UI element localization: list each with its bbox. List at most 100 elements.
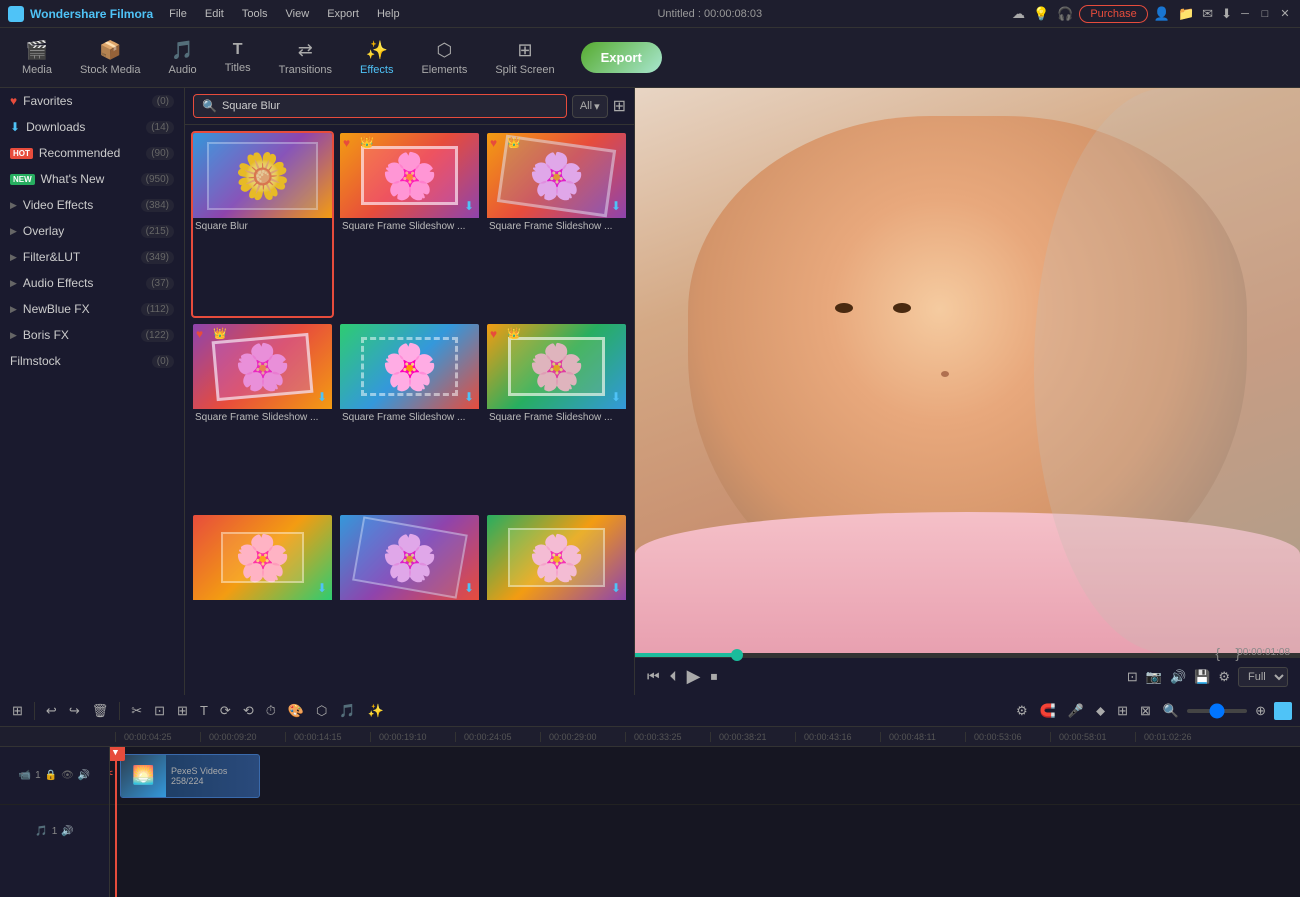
zoom-in-icon[interactable]: ⊕ — [1251, 701, 1270, 721]
mail-icon[interactable]: ✉ — [1202, 6, 1213, 22]
sidebar-audioeffects-label: Audio Effects — [23, 276, 94, 290]
effect-item-9[interactable]: ⬇ — [485, 513, 628, 689]
settings-icon[interactable]: ⚙ — [1012, 701, 1032, 721]
effects-search-input[interactable] — [222, 100, 558, 112]
skip-back-button[interactable]: ⏮ — [647, 668, 660, 685]
minimize-button[interactable]: ─ — [1238, 7, 1252, 21]
step-back-button[interactable]: ⏴ — [670, 668, 677, 685]
effect-item-4[interactable]: ♥ 👑 ⬇ Square Frame Slideshow ... — [191, 322, 334, 509]
sidebar-item-recommended[interactable]: HOT Recommended (90) — [0, 140, 184, 166]
toolbar-transitions[interactable]: ⇄ Transitions — [267, 36, 344, 80]
speed-button[interactable]: ⏱ — [262, 701, 280, 721]
effect-item-2[interactable]: ♥ 👑 ⬇ Square Frame Slideshow ... — [338, 131, 481, 318]
text-button[interactable]: T — [196, 701, 212, 720]
play-button[interactable]: ▶ — [687, 666, 701, 687]
cut-button[interactable]: ✂ — [127, 701, 146, 721]
toolbar-stock-media[interactable]: 📦 Stock Media — [68, 36, 153, 80]
sidebar-item-newblue-fx[interactable]: ▶ NewBlue FX (112) — [0, 296, 184, 322]
purchase-button[interactable]: Purchase — [1079, 5, 1147, 23]
effect-item-7[interactable]: ⬇ — [191, 513, 334, 689]
stop-button[interactable]: ⏹ — [710, 668, 717, 685]
sidebar-item-whats-new[interactable]: NEW What's New (950) — [0, 166, 184, 192]
sidebar-newblue-label: NewBlue FX — [23, 302, 90, 316]
effect-item-3[interactable]: ♥ 👑 ⬇ Square Frame Slideshow ... — [485, 131, 628, 318]
download-icon[interactable]: ⬇ — [1221, 6, 1232, 22]
eye-icon[interactable]: 👁 — [61, 770, 74, 781]
user-icon[interactable]: 👤 — [1154, 6, 1170, 22]
zoom-slider[interactable] — [1187, 709, 1247, 713]
menu-help[interactable]: Help — [369, 6, 408, 22]
save-frame-icon[interactable]: 💾 — [1194, 669, 1210, 685]
sidebar-item-favorites[interactable]: ♥ Favorites (0) — [0, 88, 184, 114]
sidebar-overlay-count: (215) — [141, 225, 174, 238]
menu-view[interactable]: View — [278, 6, 318, 22]
overlay-icon[interactable]: ⊠ — [1136, 701, 1155, 721]
sidebar-item-filterlut[interactable]: ▶ Filter&LUT (349) — [0, 244, 184, 270]
timeline-layout-button[interactable]: ⊞ — [8, 701, 27, 721]
crown-icon: 👑 — [360, 136, 374, 149]
bulb-icon[interactable]: 💡 — [1033, 6, 1049, 22]
volume-icon[interactable]: 🔊 — [78, 770, 90, 781]
toolbar-audio[interactable]: 🎵 Audio — [157, 36, 209, 80]
titlebar: Wondershare Filmora File Edit Tools View… — [0, 0, 1300, 28]
snapshot-icon[interactable]: 📷 — [1146, 669, 1162, 685]
cloud-icon[interactable]: ☁ — [1012, 6, 1025, 22]
toolbar-titles-label: Titles — [225, 62, 251, 74]
sidebar-item-audio-effects[interactable]: ▶ Audio Effects (37) — [0, 270, 184, 296]
effect-item-5[interactable]: ⬇ Square Frame Slideshow ... — [338, 322, 481, 509]
export-button[interactable]: Export — [581, 42, 662, 73]
toolbar-media[interactable]: 🎬 Media — [10, 36, 64, 80]
effects-apply-button[interactable]: ✨ — [364, 701, 388, 721]
toolbar-elements[interactable]: ⬡ Elements — [409, 36, 479, 80]
volume-icon[interactable]: 🔊 — [1170, 669, 1186, 685]
toolbar-split-screen[interactable]: ⊞ Split Screen — [483, 36, 566, 80]
ruler-mark: 00:00:24:05 — [455, 732, 540, 742]
grid-timeline-icon[interactable]: ⊞ — [1113, 701, 1132, 721]
sidebar-item-filmstock[interactable]: Filmstock (0) — [0, 348, 184, 374]
folder-icon[interactable]: 📁 — [1178, 6, 1194, 22]
redo-button[interactable]: ↪ — [65, 701, 84, 721]
rotate-button[interactable]: ⟳ — [216, 701, 235, 721]
undo-button[interactable]: ↩ — [42, 701, 61, 721]
progress-bar[interactable]: { } 00:00:01:08 — [635, 653, 1300, 657]
effect-item-8[interactable]: ⬇ — [338, 513, 481, 689]
effect-item-1[interactable]: Square Blur — [191, 131, 334, 318]
magnet-icon[interactable]: 🧲 — [1036, 701, 1060, 721]
filter-dropdown[interactable]: All ▾ — [572, 95, 608, 118]
playhead-head[interactable]: ▲ — [110, 747, 125, 761]
mic-icon[interactable]: 🎤 — [1064, 701, 1088, 721]
delete-button[interactable]: 🗑 — [88, 701, 113, 721]
menu-export[interactable]: Export — [319, 6, 367, 22]
zoom-out-icon[interactable]: 🔍 — [1159, 701, 1183, 721]
headset-icon[interactable]: 🎧 — [1057, 6, 1073, 22]
audio-volume-icon[interactable]: 🔊 — [61, 826, 73, 837]
settings-icon[interactable]: ⚙ — [1218, 669, 1230, 685]
menu-file[interactable]: File — [161, 6, 195, 22]
color-button[interactable]: 🎨 — [284, 701, 308, 721]
menu-edit[interactable]: Edit — [197, 6, 232, 22]
toolbar-effects[interactable]: ✨ Effects — [348, 36, 405, 80]
effect-thumb-7: ⬇ — [193, 515, 332, 600]
sidebar-item-overlay[interactable]: ▶ Overlay (215) — [0, 218, 184, 244]
fit-icon[interactable]: ⊡ — [1127, 669, 1138, 685]
sidebar-filmstock-label: Filmstock — [10, 354, 61, 368]
grid-view-icon[interactable]: ⊞ — [613, 96, 626, 116]
lock-icon[interactable]: 🔒 — [45, 770, 57, 781]
stabilize-button[interactable]: ⬡ — [312, 701, 331, 721]
sidebar-item-video-effects[interactable]: ▶ Video Effects (384) — [0, 192, 184, 218]
quality-selector[interactable]: Full 1/2 1/4 — [1238, 667, 1288, 687]
close-button[interactable]: ✕ — [1278, 7, 1292, 21]
audio-button[interactable]: 🎵 — [335, 701, 359, 721]
insert-button[interactable]: ⊞ — [173, 701, 192, 721]
maximize-button[interactable]: □ — [1258, 7, 1272, 21]
sidebar-item-downloads[interactable]: ⬇ Downloads (14) — [0, 114, 184, 140]
video-clip[interactable]: 🌅 PexeS Videos 258/224 — [120, 754, 260, 798]
menu-tools[interactable]: Tools — [234, 6, 276, 22]
transitions-icon: ⇄ — [298, 40, 313, 61]
effect-item-6[interactable]: ♥ 👑 ⬇ Square Frame Slideshow ... — [485, 322, 628, 509]
flip-button[interactable]: ⟲ — [239, 701, 258, 721]
crop-button[interactable]: ⊡ — [150, 701, 169, 721]
marker-icon[interactable]: ⬥ — [1092, 701, 1109, 721]
sidebar-item-boris-fx[interactable]: ▶ Boris FX (122) — [0, 322, 184, 348]
toolbar-titles[interactable]: T Titles — [213, 37, 263, 78]
